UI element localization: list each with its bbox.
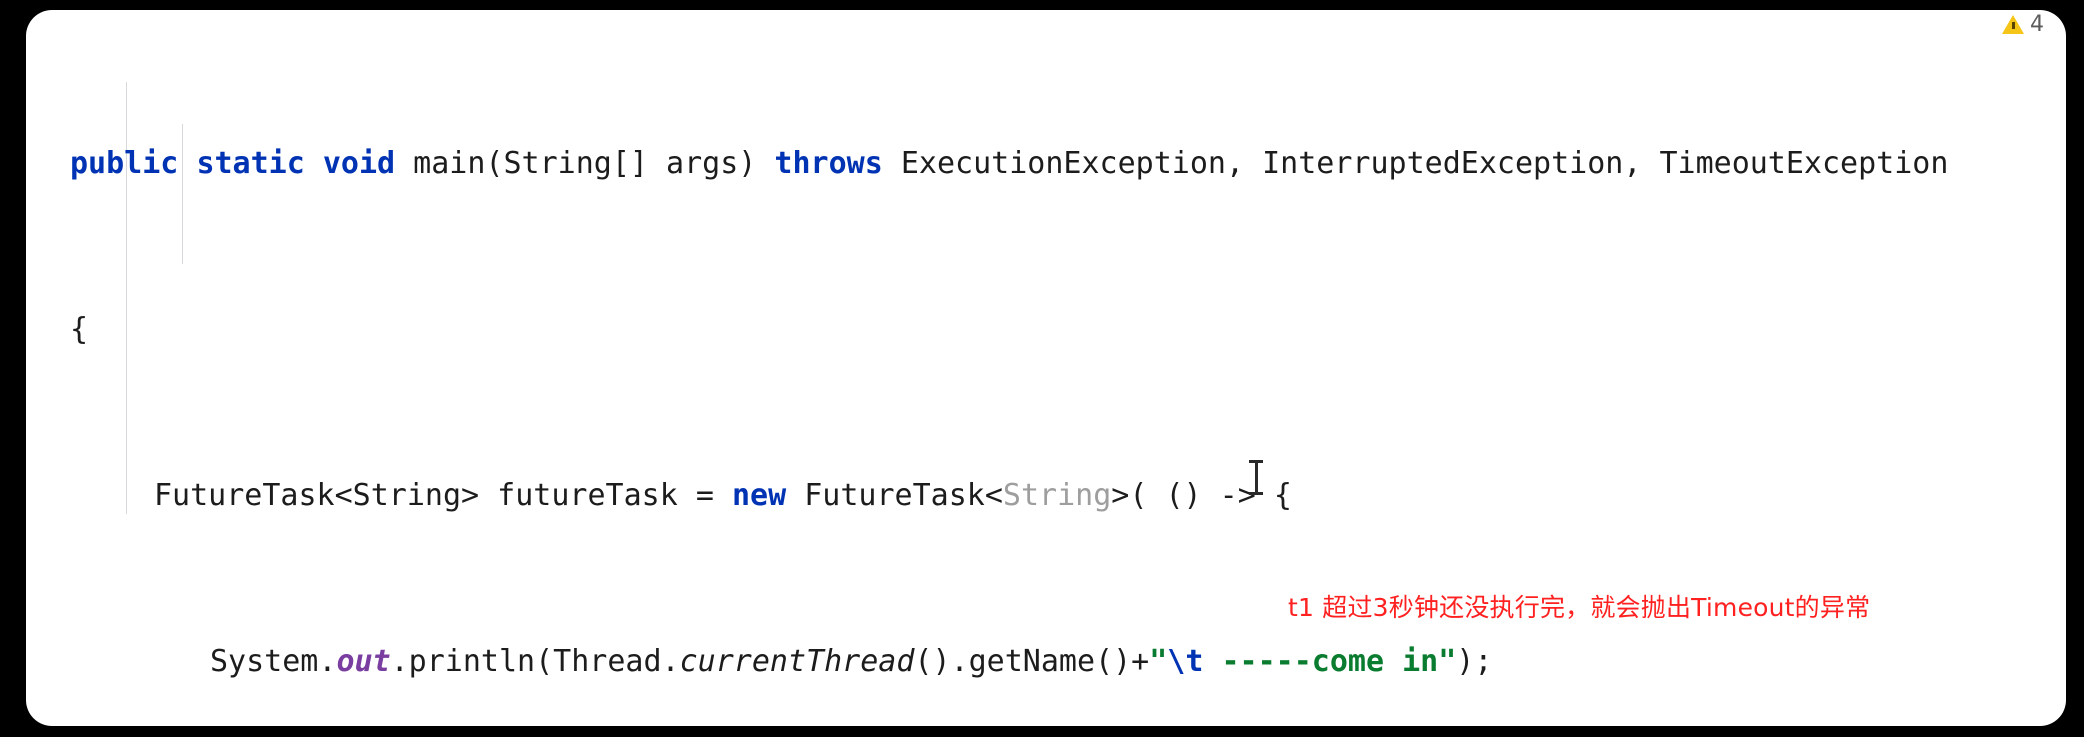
token-system: System. xyxy=(210,643,337,679)
token-main-signature: main(String[] args) xyxy=(395,145,775,181)
token-quote-open: " xyxy=(1149,643,1168,679)
code-line-1[interactable]: public static void main(String[] args) t… xyxy=(26,143,2066,185)
token-string-body: -----come in xyxy=(1203,643,1439,679)
token-static: static xyxy=(196,145,305,181)
token-futuretask-type: FutureTask< xyxy=(786,477,1003,513)
code-editor-window[interactable]: 4 public static void main(String[] args)… xyxy=(26,10,2066,726)
token-escape-tab: \t xyxy=(1167,643,1204,679)
token-lambda-open: >( () -> { xyxy=(1111,477,1292,513)
token-futuretask-decl: FutureTask<String> futureTask = xyxy=(154,477,732,513)
warning-count: 4 xyxy=(2030,12,2044,37)
token-void: void xyxy=(322,145,396,181)
token-public: public xyxy=(70,145,179,181)
token-println: .println(Thread. xyxy=(390,643,680,679)
warning-badge[interactable]: 4 xyxy=(2002,12,2044,37)
token-currentthread: currentThread xyxy=(679,643,915,679)
token-open-brace: { xyxy=(70,311,89,347)
token-quote-close: " xyxy=(1438,643,1457,679)
annotation-timeout-note: t1 超过3秒钟还没执行完，就会抛出Timeout的异常 xyxy=(1288,593,1871,622)
code-line-3[interactable]: FutureTask<String> futureTask = new Futu… xyxy=(26,475,2066,517)
code-line-4[interactable]: System.out.println(Thread.currentThread(… xyxy=(26,641,2066,683)
token-out: out xyxy=(336,643,391,679)
token-line-end: ); xyxy=(1456,643,1493,679)
token-new: new xyxy=(731,477,787,513)
token-inferred-type: String xyxy=(1002,477,1112,513)
token-getname: ().getName()+ xyxy=(914,643,1150,679)
token-throws: throws xyxy=(774,145,883,181)
token-exception-list: ExecutionException, InterruptedException… xyxy=(882,145,1949,181)
warning-triangle-icon xyxy=(2002,15,2024,34)
code-line-2[interactable]: { xyxy=(26,309,2066,351)
